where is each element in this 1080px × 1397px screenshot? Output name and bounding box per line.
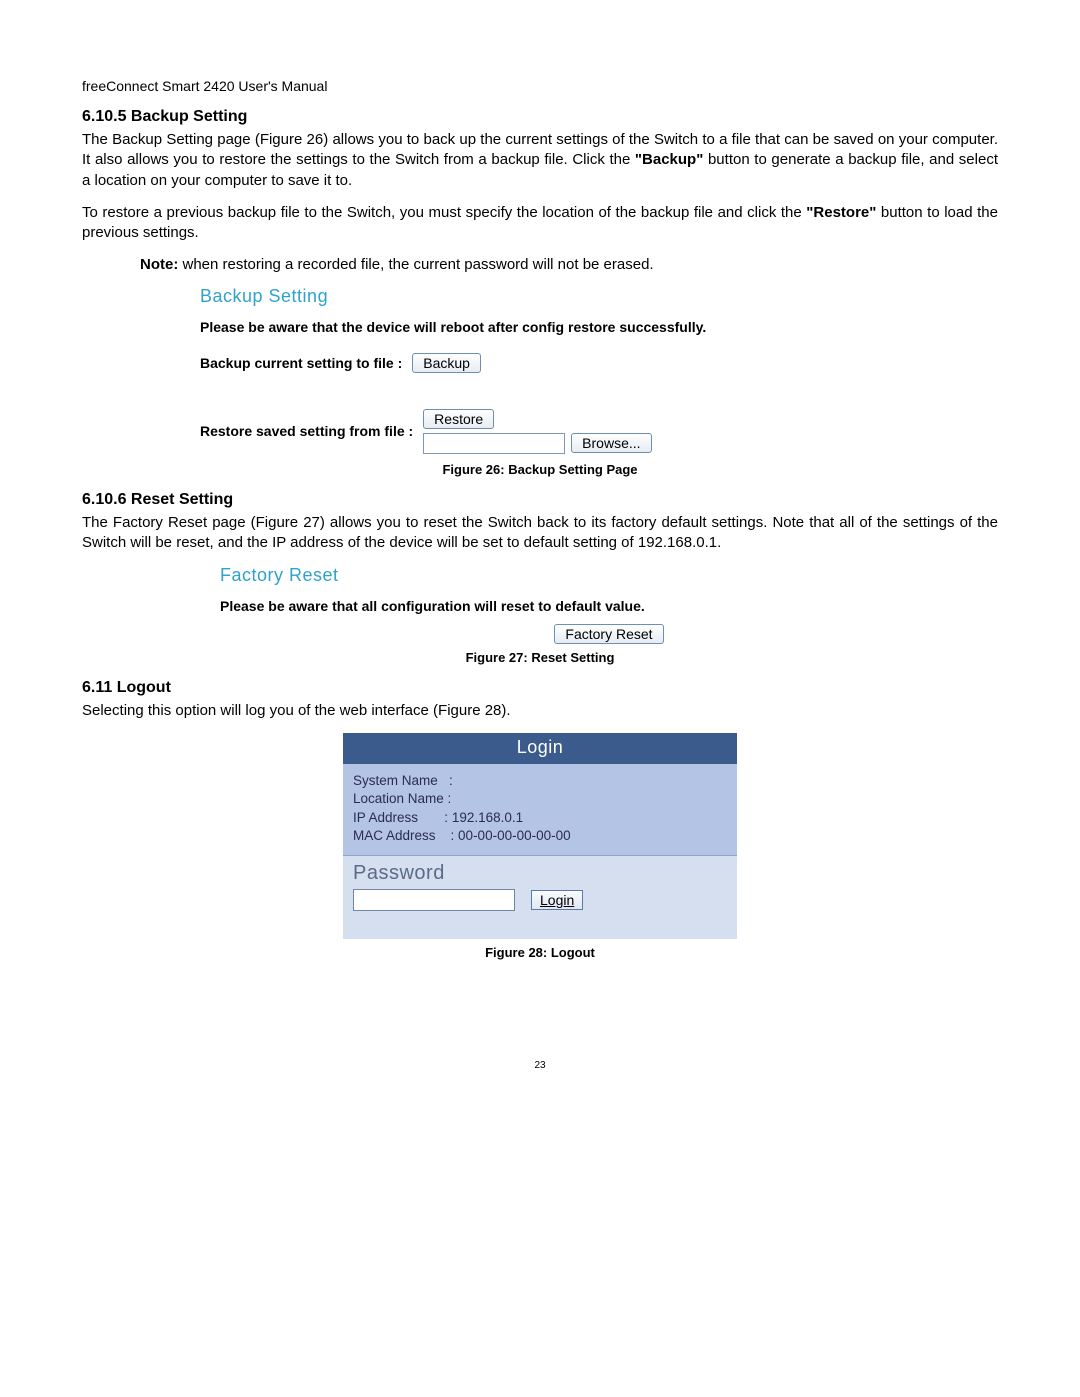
para-reset: The Factory Reset page (Figure 27) allow…	[82, 513, 998, 554]
login-password-panel: Password Login	[343, 856, 737, 939]
heading-logout: 6.11 Logout	[82, 679, 998, 697]
login-button[interactable]: Login	[531, 890, 583, 910]
fig26-restore-row: Restore saved setting from file : Restor…	[200, 409, 998, 454]
password-input[interactable]	[353, 889, 515, 911]
fig27-caption: Figure 27: Reset Setting	[82, 650, 998, 665]
bold-backup: "Backup"	[635, 151, 703, 168]
heading-backup-setting: 6.10.5 Backup Setting	[82, 108, 998, 126]
fig26-title: Backup Setting	[200, 286, 998, 307]
figure-27: Factory Reset Please be aware that all c…	[220, 565, 998, 644]
fig26-restore-label: Restore saved setting from file :	[200, 423, 413, 439]
para-backup-2: To restore a previous backup file to the…	[82, 203, 998, 244]
page-number: 23	[82, 1060, 998, 1071]
bold-restore: "Restore"	[806, 204, 876, 221]
para-logout: Selecting this option will log you of th…	[82, 701, 998, 721]
note-line: Note: when restoring a recorded file, th…	[140, 255, 998, 275]
backup-button[interactable]: Backup	[412, 353, 481, 373]
restore-file-input[interactable]	[423, 433, 565, 454]
mac-address-label: MAC Address :	[353, 828, 458, 843]
ip-address-label: IP Address :	[353, 810, 452, 825]
note-label: Note:	[140, 256, 178, 273]
login-info-panel: System Name : Location Name : IP Address…	[343, 764, 737, 856]
fig27-title: Factory Reset	[220, 565, 998, 586]
para-backup-1: The Backup Setting page (Figure 26) allo…	[82, 130, 998, 191]
fig26-backup-row: Backup current setting to file : Backup	[200, 353, 998, 373]
location-name-label: Location Name :	[353, 791, 451, 806]
login-title-bar: Login	[343, 733, 737, 764]
fig26-backup-label: Backup current setting to file :	[200, 355, 402, 371]
fig26-warning: Please be aware that the device will reb…	[200, 319, 998, 335]
para-text: To restore a previous backup file to the…	[82, 204, 806, 221]
figure-26: Backup Setting Please be aware that the …	[200, 286, 998, 454]
figure-28-login-box: Login System Name : Location Name : IP A…	[343, 733, 737, 939]
browse-button[interactable]: Browse...	[571, 433, 651, 453]
heading-reset-setting: 6.10.6 Reset Setting	[82, 491, 998, 509]
system-name-label: System Name :	[353, 773, 453, 788]
password-label: Password	[353, 862, 727, 885]
mac-address-value: 00-00-00-00-00-00	[458, 828, 571, 843]
ip-address-value: 192.168.0.1	[452, 810, 523, 825]
fig27-warning: Please be aware that all configuration w…	[220, 598, 998, 614]
restore-button[interactable]: Restore	[423, 409, 494, 429]
factory-reset-button[interactable]: Factory Reset	[554, 624, 663, 644]
fig28-caption: Figure 28: Logout	[82, 945, 998, 960]
doc-header: freeConnect Smart 2420 User's Manual	[82, 78, 998, 94]
note-text: when restoring a recorded file, the curr…	[178, 256, 653, 273]
fig26-caption: Figure 26: Backup Setting Page	[82, 462, 998, 477]
